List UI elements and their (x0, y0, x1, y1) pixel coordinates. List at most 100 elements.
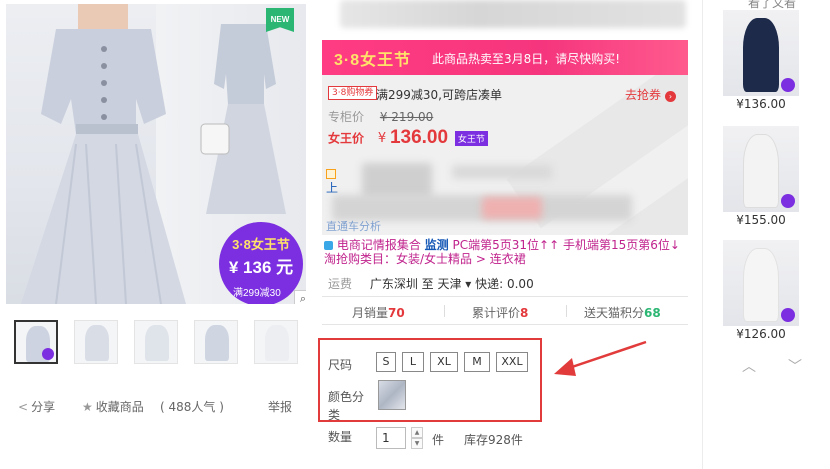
points-value: 68 (644, 306, 661, 320)
monthly-sales-value: 70 (388, 306, 405, 320)
recommendation-price: ¥136.00 (736, 97, 786, 111)
promo-title: 3·8女王节 (232, 237, 290, 252)
intel-pc-rank: PC端第5页31位↑↑ (452, 238, 560, 252)
color-label-wrap: 类 (328, 408, 341, 422)
intel-monitor[interactable]: 监测 (425, 238, 449, 252)
size-option-xxl[interactable]: XXL (496, 352, 528, 372)
monthly-sales-label: 月销量 (352, 306, 389, 320)
recommendation-item-2[interactable]: ¥155.00 (723, 126, 799, 227)
quantity-label: 数量 (328, 430, 353, 444)
check-icon (326, 169, 336, 179)
thumbnail-4[interactable] (194, 320, 238, 364)
quantity-input[interactable]: 1 (376, 427, 406, 449)
partial-text-1: 上 (326, 181, 339, 195)
promo-subtext: 满299减30 (233, 288, 281, 299)
recommendation-image (723, 10, 799, 96)
favorite-label: 收藏商品 (95, 400, 144, 414)
arrow-right-icon: › (665, 91, 676, 102)
total-reviews[interactable]: 累计评价8 (472, 304, 528, 321)
decrement-icon[interactable]: ▼ (411, 438, 423, 449)
divider (322, 296, 688, 297)
promo-dot-icon (781, 308, 795, 322)
size-option-l[interactable]: L (402, 352, 424, 372)
promo-price: ¥ 136 元 (228, 258, 294, 277)
promo-banner: 3·8女王节 此商品热卖至3月8日，请尽快购买! (322, 40, 688, 75)
report-link[interactable]: 举报 (268, 398, 292, 415)
model-dress-image-2 (200, 24, 286, 214)
shipping-route[interactable]: 广东深圳 至 天津 ▾ 快递: 0.00 (370, 277, 534, 291)
divider (322, 324, 688, 325)
increment-icon[interactable]: ▲ (411, 427, 423, 438)
shipping-row: 运费 广东深圳 至 天津 ▾ 快递: 0.00 (328, 275, 534, 292)
color-label: 颜色分 (328, 390, 365, 404)
current-price-label: 女王价 (328, 131, 365, 146)
main-product-image[interactable]: NEW 3·8女王节 ¥ 136 元 满299减30 ⌕ (6, 4, 306, 304)
intel-logo-icon (324, 241, 333, 250)
get-coupon-link[interactable]: 去抢券 › (625, 86, 676, 103)
current-price-row: 女王价 ¥ 136.00 女王节 (328, 127, 488, 149)
blurred-block (452, 165, 552, 179)
banner-logo: 3·8女王节 (334, 52, 412, 69)
recommendation-dress-shape (743, 248, 779, 322)
thumbnail-2[interactable] (74, 320, 118, 364)
points-label: 送天猫积分 (584, 306, 645, 320)
recommendation-dress-shape (743, 134, 779, 208)
monthly-sales: 月销量70 (352, 304, 405, 321)
annotation-arrow-icon (554, 340, 647, 376)
share-label: 分享 (31, 400, 56, 414)
recommendation-dress-shape (743, 18, 779, 92)
banner-text: 此商品热卖至3月8日，请尽快购买! (432, 52, 621, 66)
thumbnail-1[interactable] (14, 320, 58, 364)
festival-badge: 女王节 (454, 130, 488, 146)
current-price-value: 136.00 (389, 127, 449, 148)
popularity-count: ( 488人气 ) (160, 400, 224, 414)
color-option-swatch[interactable] (378, 380, 406, 410)
stat-divider (444, 305, 445, 317)
star-icon: ★ (82, 400, 93, 414)
sku-selector-highlight: 尺码 S L XL M XXL 颜色分 类 (318, 338, 542, 422)
size-option-s[interactable]: S (376, 352, 396, 372)
original-price-label: 专柜价 (328, 110, 365, 124)
recommendation-image (723, 126, 799, 212)
product-title-blurred (340, 0, 686, 28)
original-price-value: ¥ 219.00 (379, 110, 434, 124)
chevron-up-icon[interactable]: ︿ (742, 356, 756, 376)
share-button[interactable]: < 分享 (18, 398, 55, 415)
product-actions: < 分享 ★ 收藏商品 ( 488人气 ) 举报 (18, 398, 308, 418)
thumbnail-5[interactable] (254, 320, 298, 364)
size-option-xl[interactable]: XL (430, 352, 458, 372)
recommendation-item-1[interactable]: ¥136.00 (723, 10, 799, 111)
thumbnail-3[interactable] (134, 320, 178, 364)
coupon-text: 满299减30,可跨店凑单 (376, 88, 502, 102)
promo-dot-icon (781, 78, 795, 92)
recommendation-price: ¥126.00 (736, 327, 786, 341)
intel-line-2[interactable]: 淘抢购类目：女装/女士精品 > 连衣裙 (324, 252, 694, 266)
blurred-block (362, 163, 432, 199)
promo-dot-icon (781, 194, 795, 208)
reviews-value: 8 (520, 306, 529, 320)
size-label: 尺码 (328, 358, 353, 372)
recommendation-image (723, 240, 799, 326)
thumbnail-strip (14, 320, 304, 366)
blurred-block (482, 197, 542, 219)
intel-title[interactable]: 电商记情报集合 (337, 238, 421, 252)
model-dress-image (21, 4, 186, 304)
original-price-row: 专柜价 ¥ 219.00 (328, 108, 433, 125)
price-box: 3·8购物券 满299减30,可跨店凑单 去抢券 › 专柜价 ¥ 219.00 女… (322, 75, 688, 235)
coupon-row: 3·8购物券 满299减30,可跨店凑单 去抢券 › (328, 85, 684, 103)
chevron-down-icon[interactable]: ﹀ (788, 356, 802, 376)
share-icon: < (18, 400, 29, 414)
promo-price-badge: 3·8女王节 ¥ 136 元 满299减30 (219, 222, 303, 304)
stock-count: 库存928件 (464, 433, 523, 447)
magnifier-icon[interactable]: ⌕ (294, 290, 306, 304)
reviews-label: 累计评价 (472, 306, 521, 320)
coupon-tag: 3·8购物券 (328, 86, 378, 100)
intel-bar: 电商记情报集合 监测 PC端第5页31位↑↑ 手机端第15页第6位↓ 淘抢购类目… (324, 238, 694, 270)
recommendation-item-3[interactable]: ¥126.00 (723, 240, 799, 341)
stats-bar: 月销量70 累计评价8 送天猫积分68 (322, 298, 688, 324)
partial-text-2: 直通车分析 (326, 220, 381, 233)
intel-mobile-rank: 手机端第15页第6位↓ (562, 238, 680, 252)
reward-points: 送天猫积分68 (584, 304, 661, 321)
favorite-button[interactable]: ★ 收藏商品 (82, 398, 144, 415)
size-option-m[interactable]: M (464, 352, 490, 372)
